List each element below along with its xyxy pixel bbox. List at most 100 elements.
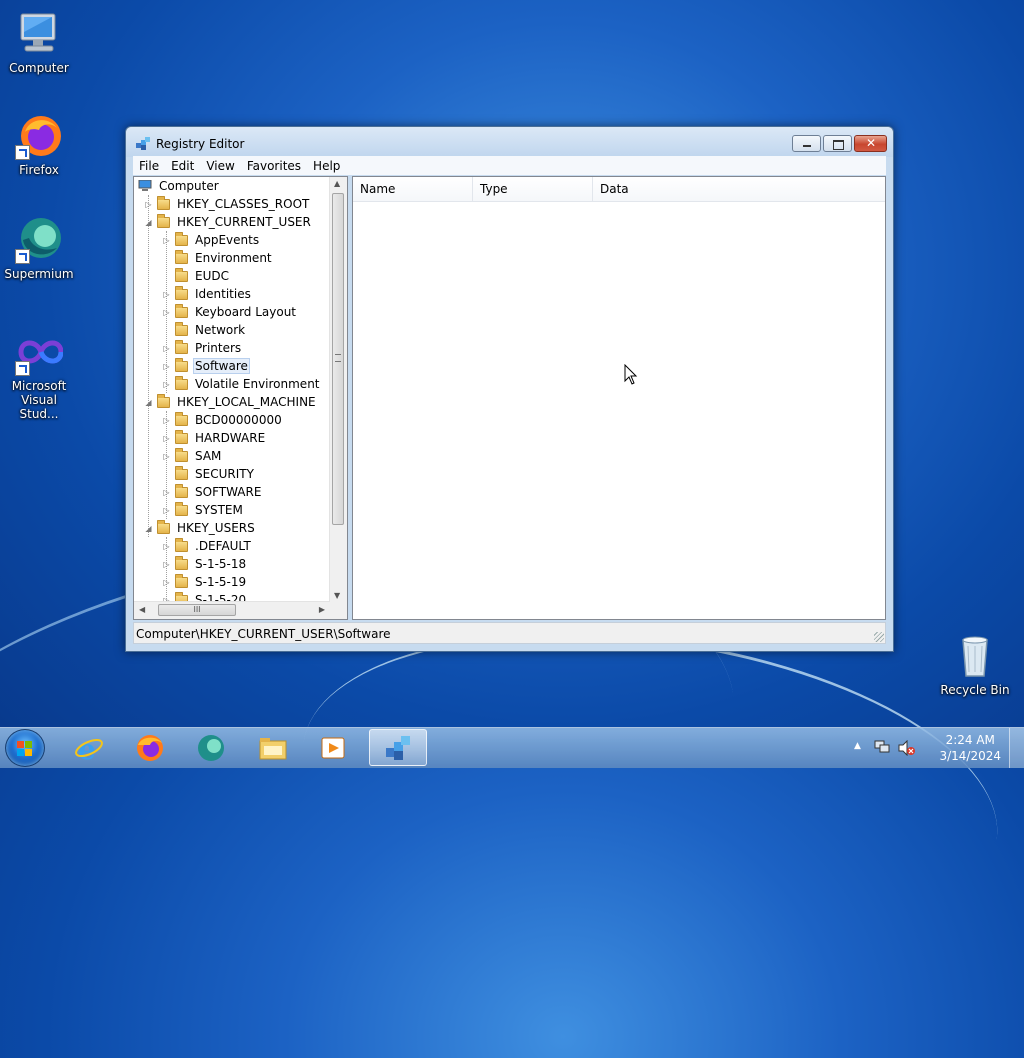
tree-node-label: HARDWARE [195, 431, 266, 445]
expand-arrow-icon[interactable]: ▷ [162, 236, 171, 245]
expand-arrow-icon[interactable]: ▷ [162, 290, 171, 299]
tree-node-hive[interactable]: ◢ HKEY_LOCAL_MACHINE [144, 393, 318, 411]
collapse-arrow-icon[interactable]: ◢ [144, 218, 153, 227]
tree-node-key[interactable]: ▷ Keyboard Layout [162, 303, 298, 321]
taskbar-firefox[interactable] [122, 729, 180, 766]
volume-muted-icon[interactable] [898, 739, 916, 757]
taskbar-internet-explorer[interactable]: e [61, 729, 119, 766]
desktop-icon-recycle-bin[interactable]: Recycle Bin [936, 632, 1014, 697]
taskbar-explorer[interactable] [245, 729, 303, 766]
tree-horizontal-scrollbar[interactable]: ◀ III ▶ [134, 601, 330, 619]
tree-node-key[interactable]: ▷ S-1-5-18 [162, 555, 248, 573]
menu-edit[interactable]: Edit [165, 159, 200, 173]
expand-arrow-icon[interactable]: ▷ [162, 488, 171, 497]
expand-arrow-icon[interactable]: ▷ [162, 362, 171, 371]
expand-arrow-icon[interactable]: ▷ [162, 416, 171, 425]
values-list[interactable]: Name Type Data [352, 176, 886, 620]
system-tray: ▲ 2:24 AM 3/14/2024 [854, 728, 1024, 768]
folder-icon [175, 321, 188, 336]
tree-node-key[interactable]: ▷ S-1-5-19 [162, 573, 248, 591]
registry-tree[interactable]: Computer ▷ HKEY_CLASSES_ROOT ◢ HKEY_CURRENT… [133, 176, 348, 620]
tree-node-key[interactable]: ▷ SAM [162, 447, 223, 465]
supermium-icon [196, 733, 226, 763]
tree-node-key[interactable]: ▷ SYSTEM [162, 501, 245, 519]
taskbar-supermium[interactable] [183, 729, 241, 766]
taskbar-registry-editor[interactable] [369, 729, 427, 766]
title-bar[interactable]: Registry Editor ✕ [126, 127, 893, 157]
tree-node-label: HKEY_CLASSES_ROOT [177, 197, 310, 211]
registry-editor-window[interactable]: Registry Editor ✕ File Edit View Favorit… [125, 126, 894, 652]
expand-arrow-icon[interactable]: ▷ [162, 506, 171, 515]
menu-favorites[interactable]: Favorites [241, 159, 307, 173]
column-type[interactable]: Type [473, 177, 593, 201]
minimize-button[interactable] [792, 135, 821, 152]
start-button[interactable] [5, 729, 45, 767]
expand-arrow-icon[interactable]: ▷ [162, 578, 171, 587]
expand-arrow-icon[interactable]: ▷ [144, 200, 153, 209]
tree-node-key[interactable]: ▷ Printers [162, 339, 243, 357]
firefox-icon [15, 112, 63, 160]
minimize-icon [803, 145, 811, 147]
shortcut-arrow-icon [15, 145, 30, 160]
scroll-up-arrow-icon[interactable]: ▲ [334, 179, 340, 188]
tree-node-key[interactable]: ▷ Software [162, 357, 250, 375]
show-hidden-icons-button[interactable]: ▲ [854, 741, 861, 751]
scroll-left-arrow-icon[interactable]: ◀ [139, 605, 145, 614]
tree-node-label: S-1-5-18 [195, 557, 247, 571]
horizontal-scroll-thumb[interactable]: III [158, 604, 236, 616]
tree-node-hive[interactable]: ◢ HKEY_CURRENT_USER [144, 213, 313, 231]
desktop-icon-supermium[interactable]: Supermium [0, 216, 78, 281]
tree-vertical-scrollbar[interactable]: ▲ ▼ [329, 177, 347, 602]
vertical-scroll-thumb[interactable] [332, 193, 344, 525]
expand-arrow-icon[interactable]: ▷ [162, 344, 171, 353]
tree-node-key[interactable]: EUDC [162, 267, 231, 285]
tree-node-label: HKEY_LOCAL_MACHINE [177, 395, 316, 409]
scroll-right-arrow-icon[interactable]: ▶ [319, 605, 325, 614]
expand-arrow-icon[interactable]: ▷ [162, 560, 171, 569]
folder-icon [175, 249, 188, 264]
expand-arrow-icon[interactable]: ▷ [162, 380, 171, 389]
tree-node-key[interactable]: ▷ Identities [162, 285, 253, 303]
close-button[interactable]: ✕ [854, 135, 887, 152]
expand-arrow-icon[interactable]: ▷ [162, 542, 171, 551]
tree-node-key[interactable]: Network [162, 321, 247, 339]
desktop-icon-firefox[interactable]: Firefox [0, 112, 78, 177]
tree-content: Computer ▷ HKEY_CLASSES_ROOT ◢ HKEY_CURRENT… [134, 177, 330, 602]
tree-node-key[interactable]: SECURITY [162, 465, 256, 483]
menu-help[interactable]: Help [307, 159, 346, 173]
expand-arrow-icon[interactable]: ▷ [162, 308, 171, 317]
tree-node-computer[interactable]: Computer [138, 177, 221, 195]
desktop-icon-label: Supermium [4, 267, 74, 281]
show-desktop-button[interactable] [1009, 728, 1024, 768]
desktop-icon-computer[interactable]: Computer [0, 10, 78, 75]
column-name[interactable]: Name [353, 177, 473, 201]
network-icon[interactable] [874, 740, 890, 754]
tree-node-key[interactable]: ▷ .DEFAULT [162, 537, 253, 555]
expand-arrow-icon[interactable]: ▷ [162, 452, 171, 461]
menu-file[interactable]: File [133, 159, 165, 173]
maximize-button[interactable] [823, 135, 852, 152]
folder-icon [175, 375, 188, 390]
window-controls: ✕ [792, 135, 887, 152]
folder-icon [175, 411, 188, 426]
tree-node-hive[interactable]: ◢ HKEY_USERS [144, 519, 257, 537]
column-data[interactable]: Data [593, 177, 883, 201]
tree-node-label: HKEY_CURRENT_USER [177, 215, 311, 229]
clock[interactable]: 2:24 AM 3/14/2024 [939, 732, 1001, 764]
tree-node-key[interactable]: ▷ Volatile Environment [162, 375, 322, 393]
taskbar-media-player[interactable] [306, 729, 364, 766]
tree-node-key[interactable]: Environment [162, 249, 274, 267]
taskbar: e ▲ 2:24 AM 3/14/2024 [0, 727, 1024, 768]
collapse-arrow-icon[interactable]: ◢ [144, 524, 153, 533]
tree-node-key[interactable]: ▷ HARDWARE [162, 429, 267, 447]
tree-node-key[interactable]: ▷ SOFTWARE [162, 483, 263, 501]
collapse-arrow-icon[interactable]: ◢ [144, 398, 153, 407]
menu-view[interactable]: View [200, 159, 240, 173]
scroll-down-arrow-icon[interactable]: ▼ [334, 591, 340, 600]
tree-node-hive[interactable]: ▷ HKEY_CLASSES_ROOT [144, 195, 311, 213]
tree-node-key[interactable]: ▷ BCD00000000 [162, 411, 284, 429]
tree-node-key[interactable]: ▷ AppEvents [162, 231, 261, 249]
desktop-icon-visual-studio[interactable]: Microsoft Visual Stud... [0, 328, 78, 421]
expand-arrow-icon[interactable]: ▷ [162, 434, 171, 443]
resize-grip-icon[interactable] [874, 632, 884, 642]
